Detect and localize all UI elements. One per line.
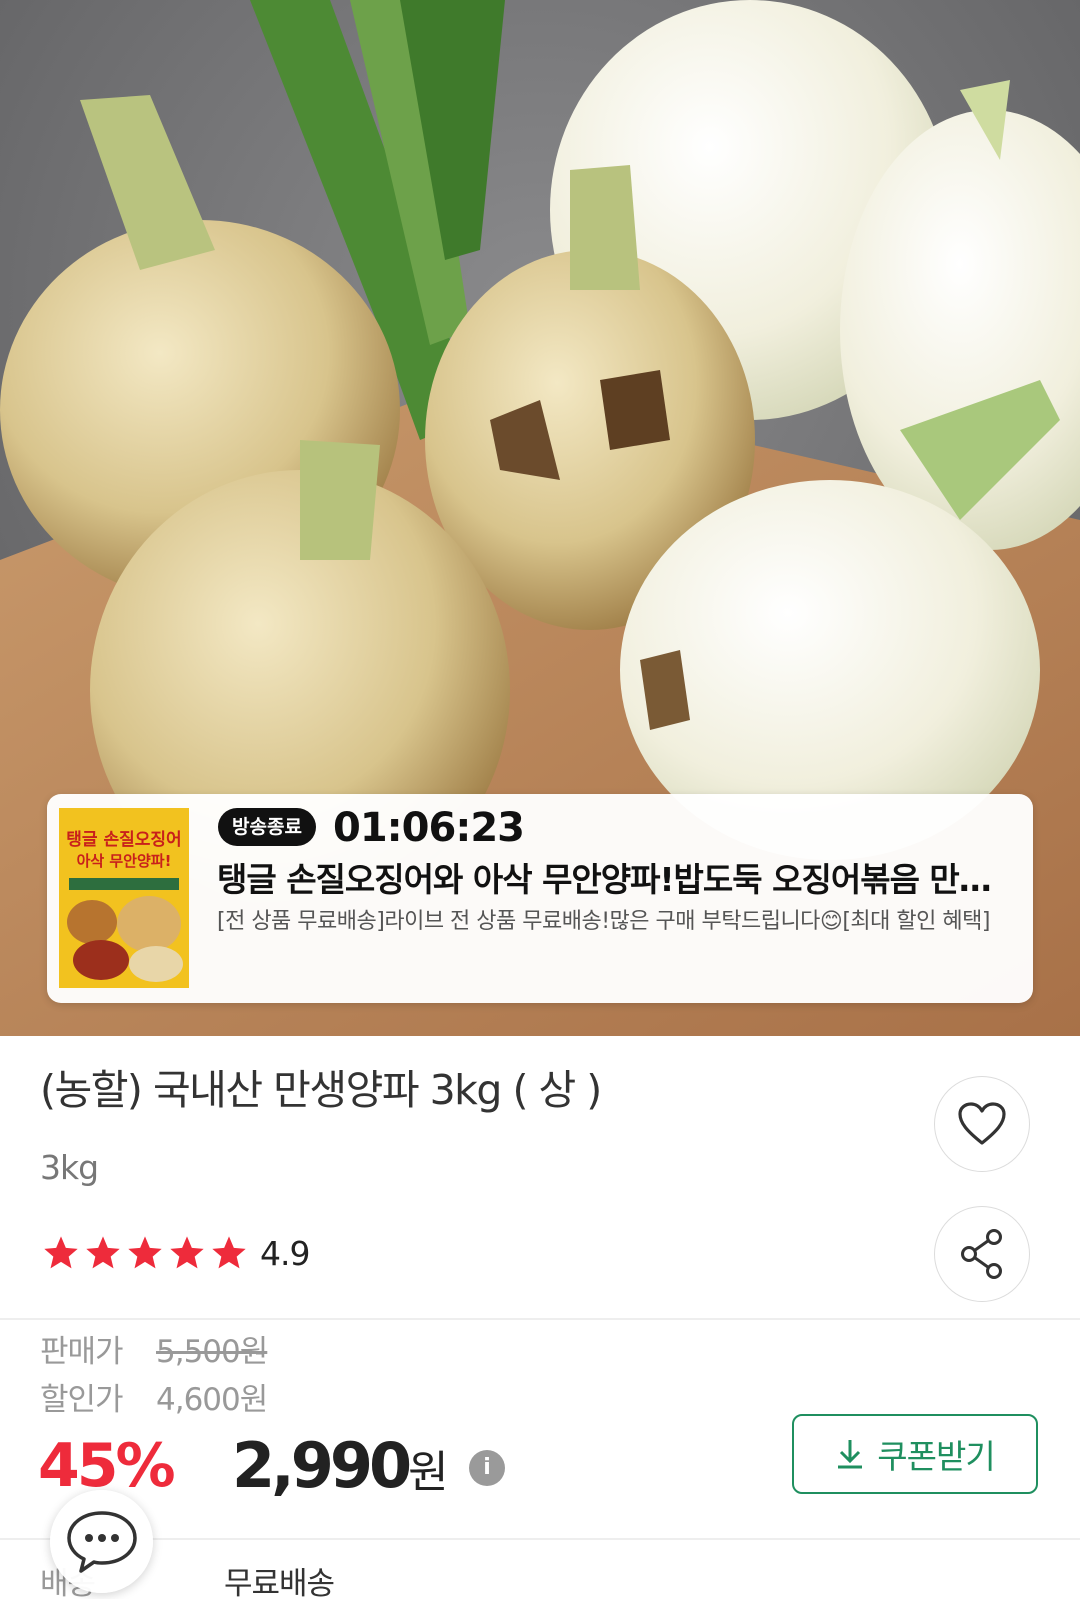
star-icon (170, 1236, 204, 1269)
shipping-value: 무료배송 (224, 1566, 335, 1599)
discount-price-value: 4,600원 (156, 1382, 268, 1418)
sale-price-row: 판매가 5,500원 (40, 1330, 268, 1374)
coupon-button-label: 쿠폰받기 (877, 1437, 995, 1476)
download-icon (838, 1440, 863, 1469)
broadcast-ended-badge: 방송종료 (218, 808, 316, 846)
discount-price-row: 할인가 4,600원 (40, 1378, 268, 1422)
thumbnail-line2: 아삭 무안양파! (76, 852, 172, 870)
thumbnail-line1: 탱글 손질오징어 (66, 830, 182, 850)
info-icon[interactable]: i (469, 1450, 505, 1486)
thumbnail-food (67, 900, 117, 944)
broadcast-time: 01:06:23 (333, 805, 525, 851)
rating: 4.9 (40, 1230, 310, 1276)
thumbnail-food (129, 946, 183, 982)
live-broadcast-card[interactable]: 탱글 손질오징어 아삭 무안양파! 방송종료 01:06:23 탱글 손질오징어… (47, 794, 1033, 1003)
heart-icon (958, 1102, 1006, 1145)
sale-price-value: 5,500원 (156, 1334, 268, 1370)
broadcast-description: [전 상품 무료배송]라이브 전 상품 무료배송!많은 구매 부탁드립니다😊[최… (217, 909, 990, 934)
section-divider (0, 1318, 1080, 1320)
live-thumbnail: 탱글 손질오징어 아삭 무안양파! (59, 808, 189, 988)
star-rating (40, 1233, 250, 1273)
thumbnail-band (69, 878, 179, 890)
final-price-unit: 원 (408, 1447, 448, 1498)
thumbnail-food (117, 896, 181, 952)
product-image: 탱글 손질오징어 아삭 무안양파! 방송종료 01:06:23 탱글 손질오징어… (0, 0, 1080, 1036)
star-icon (86, 1236, 120, 1269)
final-price: 2,990원 (232, 1424, 449, 1515)
star-icon (44, 1236, 78, 1269)
section-divider (0, 1538, 1080, 1540)
share-icon (961, 1229, 1002, 1279)
wishlist-button[interactable] (934, 1076, 1030, 1172)
product-weight: 3kg (40, 1148, 99, 1187)
coupon-button[interactable]: 쿠폰받기 (792, 1414, 1038, 1494)
share-button[interactable] (934, 1206, 1030, 1302)
chat-button[interactable] (50, 1490, 153, 1593)
broadcast-title: 탱글 손질오징어와 아삭 무안양파!밥도둑 오징어볶음 만들기 (217, 860, 1017, 899)
final-price-amount: 2,990 (232, 1429, 412, 1502)
sale-price-label: 판매가 (40, 1334, 124, 1370)
chat-bubble-icon (66, 1510, 137, 1573)
star-icon (128, 1236, 162, 1269)
discount-price-label: 할인가 (40, 1382, 124, 1418)
product-title: (농할) 국내산 만생양파 3kg ( 상 ) (40, 1066, 602, 1114)
thumbnail-food (73, 940, 129, 980)
star-icon (212, 1236, 246, 1269)
rating-score: 4.9 (260, 1233, 310, 1273)
